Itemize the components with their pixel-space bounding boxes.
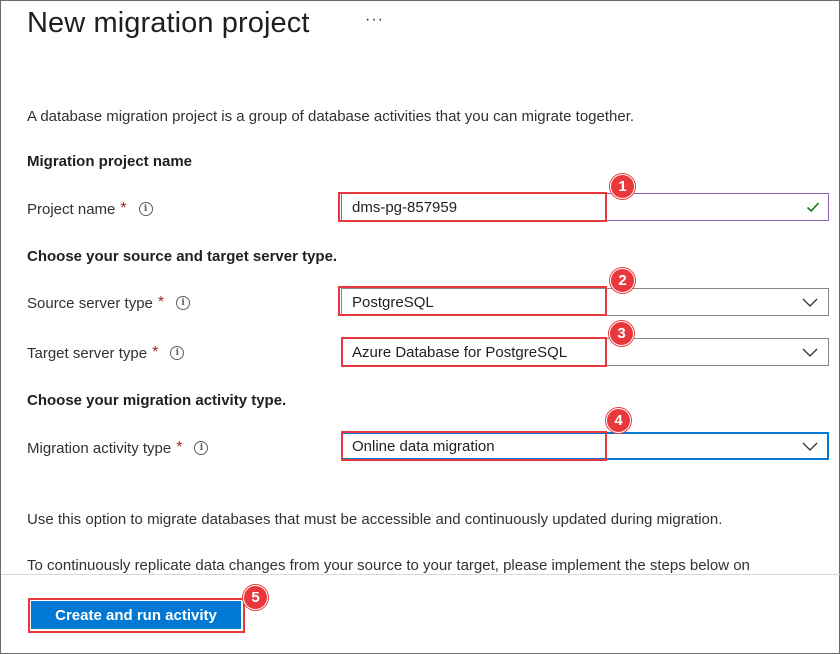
required-asterisk: * (157, 294, 165, 311)
migration-activity-type-value[interactable]: Online data migration (352, 438, 495, 455)
annotation-badge-3: 3 (609, 321, 634, 346)
section-heading-project-name: Migration project name (27, 153, 193, 170)
page-title: New migration project (27, 7, 310, 39)
chevron-down-icon[interactable] (802, 295, 818, 309)
annotation-badge-4: 4 (606, 408, 631, 433)
create-and-run-activity-label: Create and run activity (55, 606, 217, 624)
online-migration-note: Use this option to migrate databases tha… (27, 511, 723, 528)
target-server-type-value[interactable]: Azure Database for PostgreSQL (352, 344, 567, 361)
target-server-type-dropdown[interactable]: Azure Database for PostgreSQL (341, 338, 829, 366)
project-name-label: Project name * i (27, 200, 153, 218)
target-server-type-label-text: Target server type (27, 344, 148, 362)
create-and-run-activity-button[interactable]: Create and run activity (31, 601, 241, 629)
annotation-badge-2: 2 (610, 268, 635, 293)
required-asterisk: * (176, 439, 183, 456)
migration-activity-type-label-text: Migration activity type (27, 439, 172, 457)
project-name-label-text: Project name (27, 200, 116, 218)
migration-activity-type-label: Migration activity type * i (27, 439, 209, 457)
source-server-type-value[interactable]: PostgreSQL (352, 294, 434, 311)
annotation-badge-1: 1 (610, 174, 635, 199)
required-asterisk: * (120, 200, 127, 217)
info-icon[interactable]: i (194, 441, 209, 455)
footer-divider (1, 574, 840, 575)
chevron-down-icon[interactable] (802, 439, 818, 453)
project-name-value[interactable]: dms-pg-857959 (352, 199, 457, 216)
annotation-badge-5: 5 (243, 585, 268, 610)
more-options-icon[interactable]: ··· (365, 11, 384, 29)
migration-activity-type-dropdown[interactable]: Online data migration (341, 432, 829, 460)
required-asterisk: * (152, 344, 159, 361)
replication-note: To continuously replicate data changes f… (27, 557, 750, 574)
checkmark-icon (806, 202, 820, 213)
info-icon[interactable]: i (138, 202, 153, 216)
source-server-type-dropdown[interactable]: PostgreSQL (341, 288, 829, 316)
section-heading-activity-type: Choose your migration activity type. (27, 392, 287, 409)
chevron-down-icon[interactable] (802, 345, 818, 359)
source-server-type-label-text: Source server type (27, 294, 153, 312)
section-heading-server-type: Choose your source and target server typ… (27, 248, 338, 265)
source-server-type-label: Source server type * i (27, 294, 191, 312)
info-icon[interactable]: i (170, 346, 185, 360)
project-name-input[interactable]: dms-pg-857959 (341, 193, 829, 221)
page-description: A database migration project is a group … (27, 108, 635, 125)
target-server-type-label: Target server type * i (27, 344, 185, 362)
info-icon[interactable]: i (176, 296, 191, 310)
